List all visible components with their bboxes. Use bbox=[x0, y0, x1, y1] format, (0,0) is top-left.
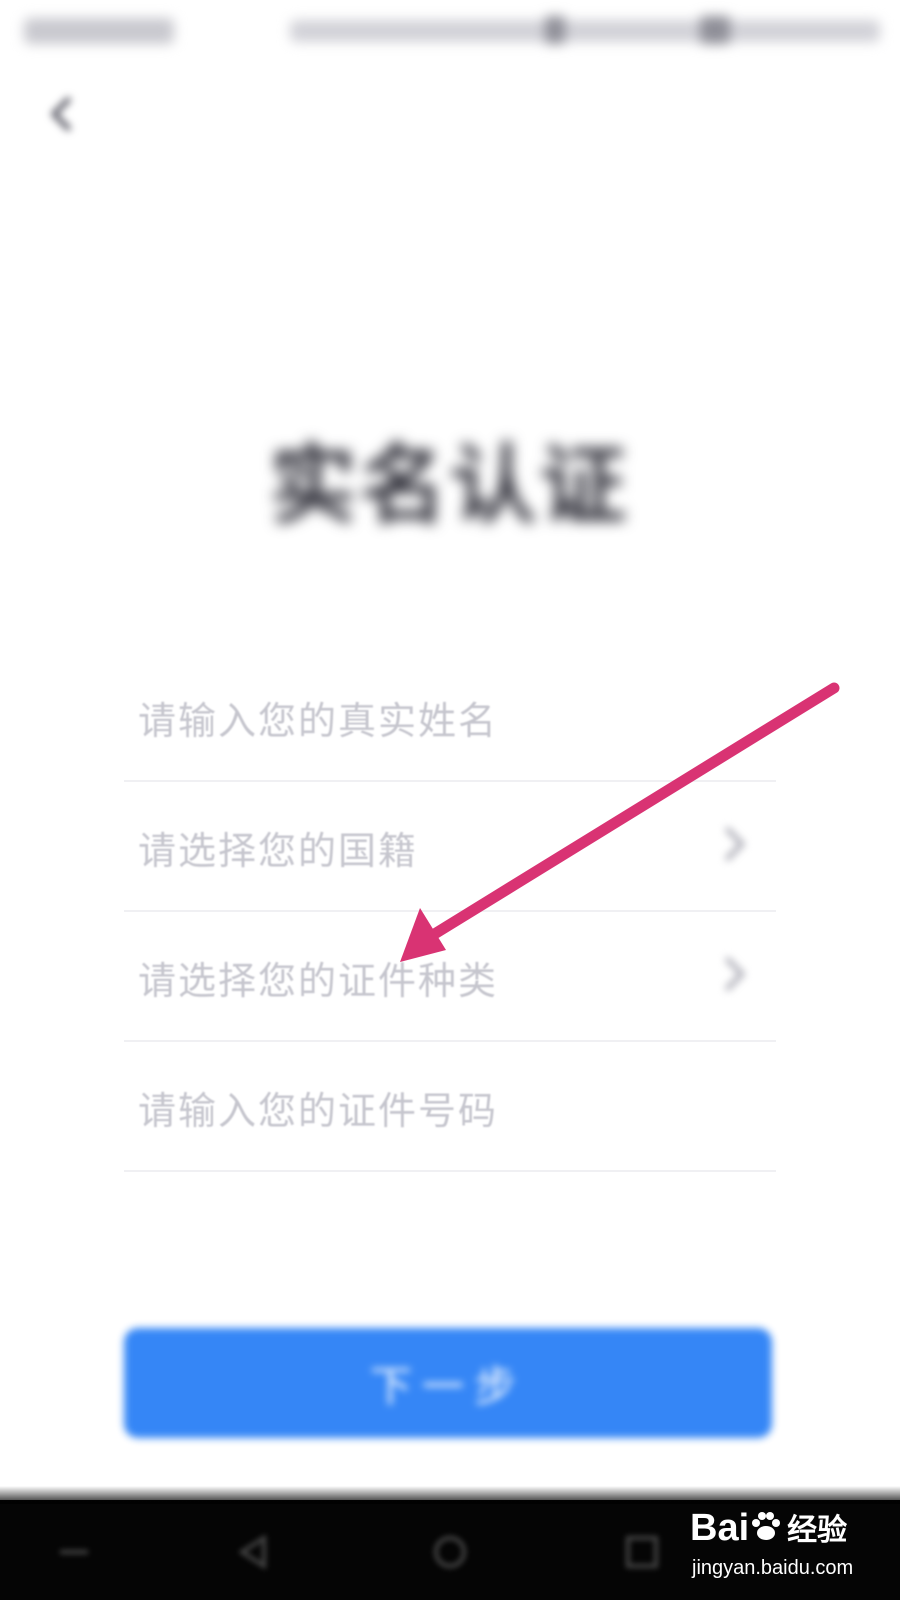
next-step-button[interactable]: 下一步 bbox=[124, 1328, 772, 1438]
chevron-right-icon bbox=[725, 957, 745, 991]
signal-icon bbox=[700, 16, 730, 44]
id-type-select[interactable]: 请选择您的证件种类 bbox=[124, 912, 776, 1042]
baidu-jingyan-watermark: Bai 经验 jingyan.baidu.com bbox=[690, 1505, 890, 1595]
paw-icon bbox=[752, 1512, 781, 1540]
id-number-input[interactable]: 请输入您的证件号码 bbox=[124, 1042, 776, 1172]
id-type-placeholder: 请选择您的证件种类 bbox=[138, 959, 499, 1003]
watermark-url: jingyan.baidu.com bbox=[692, 1557, 854, 1579]
back-nav-icon[interactable] bbox=[232, 1530, 276, 1574]
carrier-info bbox=[24, 18, 174, 44]
chevron-left-icon bbox=[51, 97, 71, 131]
status-bar bbox=[0, 0, 900, 62]
chevron-right-icon bbox=[725, 827, 745, 861]
page-title: 实名认证 bbox=[270, 436, 630, 536]
watermark-brand: Bai 经验 bbox=[690, 1507, 848, 1549]
status-icons bbox=[290, 20, 880, 42]
verification-form: 请输入您的真实姓名 请选择您的国籍 请选择您的证件种类 请输入您的证件号码 bbox=[124, 652, 776, 1172]
back-button[interactable] bbox=[30, 82, 94, 146]
nationality-select[interactable]: 请选择您的国籍 bbox=[124, 782, 776, 912]
id-number-placeholder: 请输入您的证件号码 bbox=[138, 1089, 499, 1133]
home-nav-icon[interactable] bbox=[428, 1530, 472, 1574]
real-name-input[interactable]: 请输入您的真实姓名 bbox=[124, 652, 776, 782]
recents-nav-icon[interactable] bbox=[620, 1530, 664, 1574]
notification-icon bbox=[545, 16, 565, 44]
real-name-verification-screen: 实名认证 请输入您的真实姓名 请选择您的国籍 请选择您的证件种类 请输入您的证件… bbox=[0, 0, 900, 1600]
real-name-placeholder: 请输入您的真实姓名 bbox=[138, 699, 499, 743]
menu-icon[interactable] bbox=[52, 1530, 96, 1574]
nationality-placeholder: 请选择您的国籍 bbox=[138, 829, 419, 873]
